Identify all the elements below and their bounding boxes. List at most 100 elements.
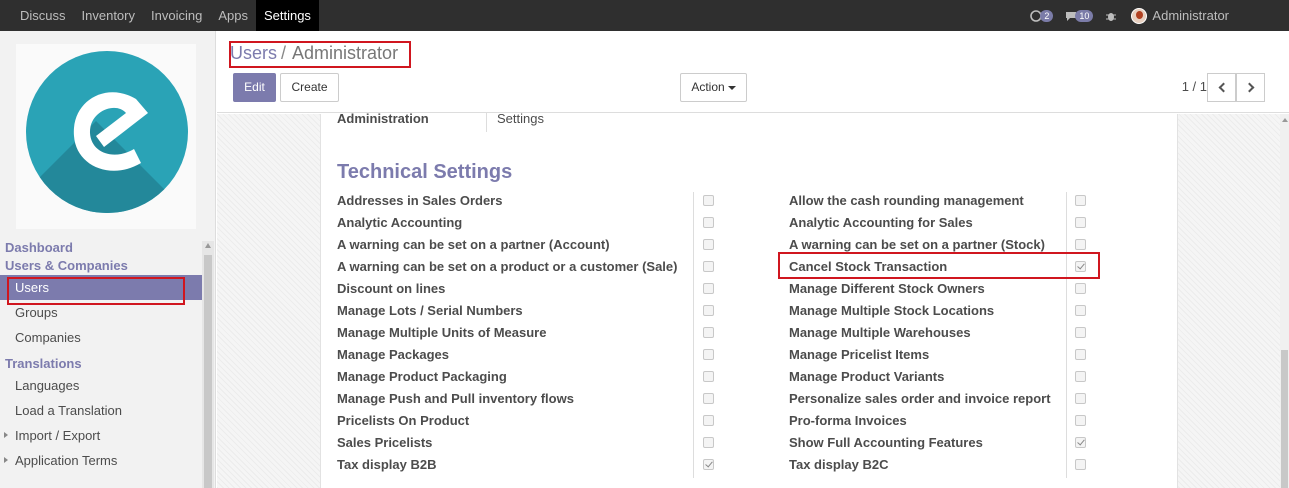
sidebar-item-label: Import / Export <box>15 428 101 443</box>
debug-indicator[interactable] <box>1105 10 1117 22</box>
setting-label: Allow the cash rounding management <box>789 193 1024 208</box>
edit-button[interactable]: Edit <box>233 73 276 102</box>
setting-checkbox[interactable] <box>703 393 714 404</box>
setting-label: Manage Packages <box>337 347 450 362</box>
sidebar-item-load-a-translation[interactable]: Load a Translation <box>0 398 202 423</box>
setting-checkbox[interactable] <box>1075 305 1086 316</box>
caret-right-icon <box>4 457 8 463</box>
setting-checkbox[interactable] <box>1075 195 1086 206</box>
menu-invoicing[interactable]: Invoicing <box>143 0 210 31</box>
bug-icon <box>1106 12 1117 21</box>
user-menu[interactable]: Administrator <box>1131 7 1229 24</box>
caret-down-icon <box>727 85 736 90</box>
setting-label: Pro-forma Invoices <box>789 413 907 428</box>
setting-checkbox[interactable] <box>1075 349 1086 360</box>
setting-label: Manage Different Stock Owners <box>789 281 985 296</box>
setting-label: Manage Lots / Serial Numbers <box>337 303 523 318</box>
setting-checkbox[interactable] <box>703 261 714 272</box>
systray: 2 10 Administrator <box>1018 0 1229 31</box>
setting-checkbox[interactable] <box>703 437 714 448</box>
setting-label: Manage Multiple Warehouses <box>789 325 971 340</box>
administration-label: Administration <box>337 111 429 126</box>
sidebar: Dashboard Users & Companies Users Groups Com… <box>0 31 216 488</box>
chevron-left-icon <box>1218 82 1229 93</box>
setting-label: Manage Pricelist Items <box>789 347 930 362</box>
left-column-divider <box>693 192 694 478</box>
setting-label: Manage Push and Pull inventory flows <box>337 391 574 406</box>
pager-value[interactable]: 1 / 1 <box>1182 79 1207 94</box>
setting-checkbox[interactable] <box>1075 217 1086 228</box>
users-highlight-box <box>7 277 185 305</box>
breadcrumb-highlight-box <box>229 41 411 68</box>
setting-label: Manage Product Variants <box>789 369 945 384</box>
messages-indicator[interactable]: 10 <box>1065 9 1094 22</box>
action-label: Action <box>691 80 725 94</box>
setting-label: Tax display B2B <box>337 457 437 472</box>
setting-checkbox[interactable] <box>1075 415 1086 426</box>
setting-label: A warning can be set on a partner (Accou… <box>337 237 610 252</box>
setting-label: Personalize sales order and invoice repo… <box>789 391 1051 406</box>
setting-checkbox[interactable] <box>1075 459 1086 470</box>
setting-label: Analytic Accounting for Sales <box>789 215 973 230</box>
avatar <box>1131 7 1148 24</box>
setting-checkbox[interactable] <box>703 371 714 382</box>
setting-checkbox[interactable] <box>703 195 714 206</box>
pager-previous-button[interactable] <box>1207 73 1236 102</box>
menu-settings[interactable]: Settings <box>255 0 319 31</box>
setting-checkbox[interactable] <box>1075 437 1086 448</box>
main-scrollbar[interactable] <box>1280 114 1289 488</box>
setting-label: Analytic Accounting <box>337 215 463 230</box>
logo-e-icon <box>73 92 148 171</box>
setting-checkbox[interactable] <box>1075 393 1086 404</box>
sidebar-item-application-terms[interactable]: Application Terms <box>0 448 202 473</box>
sidebar-item-companies[interactable]: Companies <box>0 325 202 350</box>
right-column-divider <box>1066 192 1067 478</box>
sidebar-scrollbar[interactable] <box>202 241 214 488</box>
setting-checkbox[interactable] <box>703 415 714 426</box>
setting-checkbox[interactable] <box>703 305 714 316</box>
sidebar-item-import-export[interactable]: Import / Export <box>0 423 202 448</box>
section-title: Technical Settings <box>337 161 513 183</box>
menu-discuss[interactable]: Discuss <box>12 0 74 31</box>
sidebar-item-label: Application Terms <box>15 453 118 468</box>
setting-checkbox[interactable] <box>703 239 714 250</box>
menu-inventory[interactable]: Inventory <box>74 0 143 31</box>
left-settings-column: Addresses in Sales Orders Analytic Accoun… <box>337 190 677 476</box>
setting-checkbox[interactable] <box>703 217 714 228</box>
setting-label: Manage Multiple Stock Locations <box>789 303 995 318</box>
right-settings-column: Allow the cash rounding management Analyt… <box>789 190 1051 476</box>
sidebar-item-label: Load a Translation <box>15 403 122 418</box>
sidebar-nav: Dashboard Users & Companies Users Groups Com… <box>0 239 202 473</box>
administration-value[interactable]: Settings <box>486 112 544 132</box>
action-dropdown[interactable]: Action <box>680 73 747 102</box>
setting-checkbox[interactable] <box>703 349 714 360</box>
setting-checkbox[interactable] <box>703 459 714 470</box>
setting-label: Sales Pricelists <box>337 435 433 450</box>
setting-label: Manage Product Packaging <box>337 369 507 384</box>
form-sheet: Administration Settings Technical Settin… <box>320 111 1178 488</box>
chat-count-badge: 2 <box>1040 9 1054 22</box>
cancel-stock-highlight-box <box>778 252 1100 279</box>
sidebar-header-users-companies[interactable]: Users & Companies <box>0 257 202 275</box>
setting-label: Pricelists On Product <box>337 413 470 428</box>
setting-checkbox[interactable] <box>1075 283 1086 294</box>
top-navbar: Discuss Inventory Invoicing Apps Settings 2 … <box>0 0 1289 31</box>
sidebar-item-languages[interactable]: Languages <box>0 373 202 398</box>
menu-apps[interactable]: Apps <box>210 0 256 31</box>
setting-checkbox[interactable] <box>1075 327 1086 338</box>
sidebar-header-translations[interactable]: Translations <box>0 355 202 373</box>
user-name: Administrator <box>1152 8 1229 23</box>
chat-indicator[interactable]: 2 <box>1030 9 1054 22</box>
setting-checkbox[interactable] <box>1075 239 1086 250</box>
create-button[interactable]: Create <box>280 73 339 102</box>
setting-checkbox[interactable] <box>1075 371 1086 382</box>
setting-checkbox[interactable] <box>703 283 714 294</box>
setting-checkbox[interactable] <box>703 327 714 338</box>
pager-next-button[interactable] <box>1236 73 1265 102</box>
sidebar-header-dashboard[interactable]: Dashboard <box>0 239 202 257</box>
setting-label: Show Full Accounting Features <box>789 435 983 450</box>
sidebar-item-label: Groups <box>15 305 58 320</box>
company-logo <box>16 44 196 229</box>
app-menu: Discuss Inventory Invoicing Apps Settings <box>12 0 319 31</box>
chevron-right-icon <box>1244 82 1255 93</box>
